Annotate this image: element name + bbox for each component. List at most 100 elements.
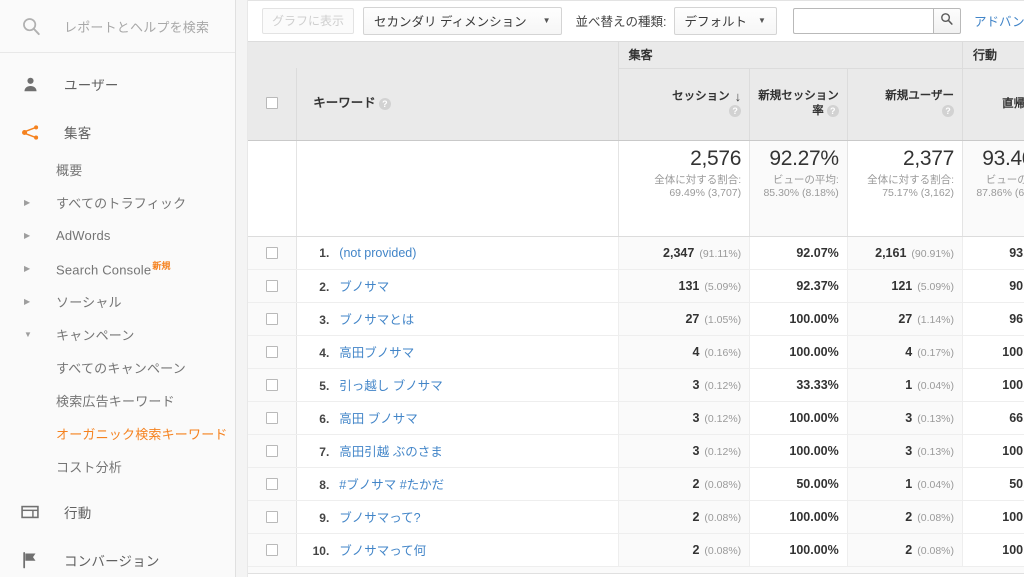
row-keyword-link[interactable]: 高田 ブノサマ [339, 412, 417, 426]
row-new-session-rate: 50.00% [749, 467, 848, 501]
table-row[interactable]: 8. #ブノサマ #たかだ 2 (0.08%) 50.00% 1 (0.04%) 50.00%… [248, 467, 1024, 501]
help-icon[interactable]: ? [942, 104, 955, 117]
column-header-bounce-rate[interactable]: 直帰率? [962, 68, 1024, 141]
row-index: 3. [319, 313, 330, 327]
row-new-users-value: 4 [905, 344, 913, 359]
secondary-dimension-dropdown[interactable]: セカンダリ ディメンション ▼ [363, 6, 562, 35]
person-icon [18, 72, 42, 96]
sidebar-item-behavior[interactable]: 行動 [0, 491, 235, 533]
table-row[interactable]: 9.ブノサマって?2(0.08%)100.00%2(0.08%)100.00%1… [248, 500, 1024, 534]
row-select-cell[interactable] [248, 335, 298, 369]
row-index: 6. [319, 412, 330, 426]
row-sessions-value: 131 [678, 278, 700, 293]
table-row[interactable]: 5. 引っ越し ブノサマ 3 (0.12%) 33.33% 1 (0.04%) 100.00%… [248, 368, 1024, 402]
table-row[interactable]: 1. (not provided) 2,347 (91.11%) 92.07% 2,161… [248, 236, 1024, 270]
sidebar-item-search-console[interactable]: ▶ Search Console新規 [0, 252, 235, 285]
help-icon[interactable]: ? [378, 97, 391, 110]
sort-type-label: 並べ替えの種類: [575, 15, 667, 29]
sidebar-item-paid-keywords[interactable]: 検索広告キーワード [0, 384, 235, 417]
row-checkbox[interactable] [266, 280, 279, 293]
row-select-cell[interactable] [248, 434, 298, 468]
row-select-cell[interactable] [248, 302, 298, 336]
table-row[interactable]: 3.ブノサマとは27(1.05%)100.00%27(1.14%)96.30%1… [248, 302, 1024, 336]
row-keyword-cell: 1. (not provided) [296, 236, 619, 270]
row-new-users-value: 27 [898, 311, 913, 326]
help-icon[interactable]: ? [826, 104, 839, 117]
row-checkbox[interactable] [266, 313, 279, 326]
column-header-new-session-rate[interactable]: 新規セッション率? [749, 68, 848, 141]
row-new-session-rate: 100.00% [749, 533, 848, 567]
row-select-cell[interactable] [248, 368, 298, 402]
row-select-cell[interactable] [248, 401, 298, 435]
row-checkbox[interactable] [266, 412, 279, 425]
sidebar-item-cost-analysis[interactable]: コスト分析 [0, 450, 235, 483]
row-keyword-link[interactable]: ブノサマって? [339, 511, 420, 525]
sidebar-search[interactable]: レポートとヘルプを検索 [0, 0, 235, 53]
sidebar-item-campaigns[interactable]: ▼ キャンペーン [0, 318, 235, 351]
sidebar-item-users[interactable]: ユーザー [0, 63, 235, 105]
sidebar-item-adwords[interactable]: ▶ AdWords [0, 219, 235, 252]
row-new-users-value: 3 [905, 443, 913, 458]
row-keyword-link[interactable]: ブノサマって何 [339, 544, 426, 558]
row-index: 5. [319, 379, 330, 393]
sidebar-item-overview[interactable]: 概要 [0, 153, 235, 186]
sidebar-subitem-label: キャンペーン [56, 328, 135, 343]
sidebar-item-all-traffic[interactable]: ▶ すべてのトラフィック [0, 186, 235, 219]
column-header-sessions[interactable]: セッション ↓? [618, 68, 751, 141]
row-keyword-link[interactable]: 高田引越 ぶのさま [339, 445, 442, 459]
row-checkbox[interactable] [266, 478, 279, 491]
help-icon[interactable]: ? [729, 105, 742, 118]
sidebar-subitem-label: AdWords [56, 228, 111, 243]
row-select-cell[interactable] [248, 236, 298, 270]
table-search-button[interactable] [932, 7, 961, 34]
table-row[interactable]: 7. 高田引越 ぶのさま 3 (0.12%) 100.00% 3 (0.13%) 100.00… [248, 434, 1024, 468]
row-checkbox[interactable] [266, 247, 279, 260]
report-table-container: 集客 行動 キーワード? セッション ↓? 新規セッション率 ? 新規ユーザー … [248, 41, 1024, 577]
row-keyword-link[interactable]: ブノサマとは [339, 313, 414, 327]
summary-value: 93.40% [982, 146, 1024, 170]
row-checkbox[interactable] [266, 346, 279, 359]
sidebar-item-social[interactable]: ▶ ソーシャル [0, 285, 235, 318]
row-checkbox[interactable] [266, 544, 279, 557]
row-select-cell[interactable] [248, 500, 298, 534]
row-keyword-link[interactable]: ブノサマ [339, 280, 389, 294]
column-header-new-users[interactable]: 新規ユーザー? [847, 68, 964, 141]
sidebar-item-all-campaigns[interactable]: すべてのキャンペーン [0, 351, 235, 384]
row-select-cell[interactable] [248, 533, 298, 567]
table-bottom-strip [248, 566, 1024, 574]
table-row[interactable]: 6.高田 ブノサマ3(0.12%)100.00%3(0.13%)66.67%1.… [248, 401, 1024, 435]
row-checkbox[interactable] [266, 379, 279, 392]
analytics-report-page: レポートとヘルプを検索 ユーザー 集客 概要 ▶ すべてのトラフィック ▶ Ad… [0, 0, 1024, 577]
row-checkbox[interactable] [266, 445, 279, 458]
row-new-session-rate: 100.00% [749, 401, 848, 435]
advanced-filter-link[interactable]: アドバンス [974, 11, 1024, 30]
table-search [792, 7, 961, 34]
table-search-input[interactable] [792, 7, 933, 34]
summary-sub: ビューの平均: 87.86% (6.31%) [976, 173, 1024, 200]
row-index: 10. [312, 544, 330, 558]
select-all-cell[interactable] [248, 68, 298, 141]
row-checkbox[interactable] [266, 511, 279, 524]
plot-rows-button[interactable]: グラフに表示 [262, 7, 355, 34]
row-select-cell[interactable] [248, 269, 298, 303]
table-row[interactable]: 2.ブノサマ131(5.09%)92.37%121(5.09%)90.08%1.… [248, 269, 1024, 303]
column-header-keyword[interactable]: キーワード? [296, 68, 619, 141]
row-keyword-link[interactable]: 引っ越し ブノサマ [339, 379, 442, 393]
sidebar-item-organic-keywords[interactable]: オーガニック検索キーワード [0, 417, 235, 450]
row-keyword-cell: 9. ブノサマって? [296, 500, 619, 534]
row-index: 8. [319, 478, 330, 492]
row-bounce-rate: 100.00% [962, 368, 1024, 402]
row-keyword-link[interactable]: #ブノサマ #たかだ [339, 478, 444, 492]
summary-blank [296, 140, 619, 237]
row-new-users-pct: (1.14%) [917, 313, 955, 326]
sidebar-item-conversions[interactable]: コンバージョン [0, 539, 235, 577]
select-all-checkbox[interactable] [266, 97, 279, 110]
sort-type-dropdown[interactable]: デフォルト ▼ [673, 6, 777, 35]
row-keyword-link[interactable]: 高田ブノサマ [339, 346, 414, 360]
table-row[interactable]: 10. ブノサマって何 2 (0.08%) 100.00% 2 (0.08%) 100.00%… [248, 533, 1024, 567]
row-keyword-link[interactable]: (not provided) [339, 246, 416, 260]
row-new-users: 2 (0.08%) [847, 533, 964, 567]
table-row[interactable]: 4.高田ブノサマ4(0.16%)100.00%4(0.17%)100.00%1.… [248, 335, 1024, 369]
sidebar-item-acquisition[interactable]: 集客 [0, 111, 235, 153]
row-select-cell[interactable] [248, 467, 298, 501]
